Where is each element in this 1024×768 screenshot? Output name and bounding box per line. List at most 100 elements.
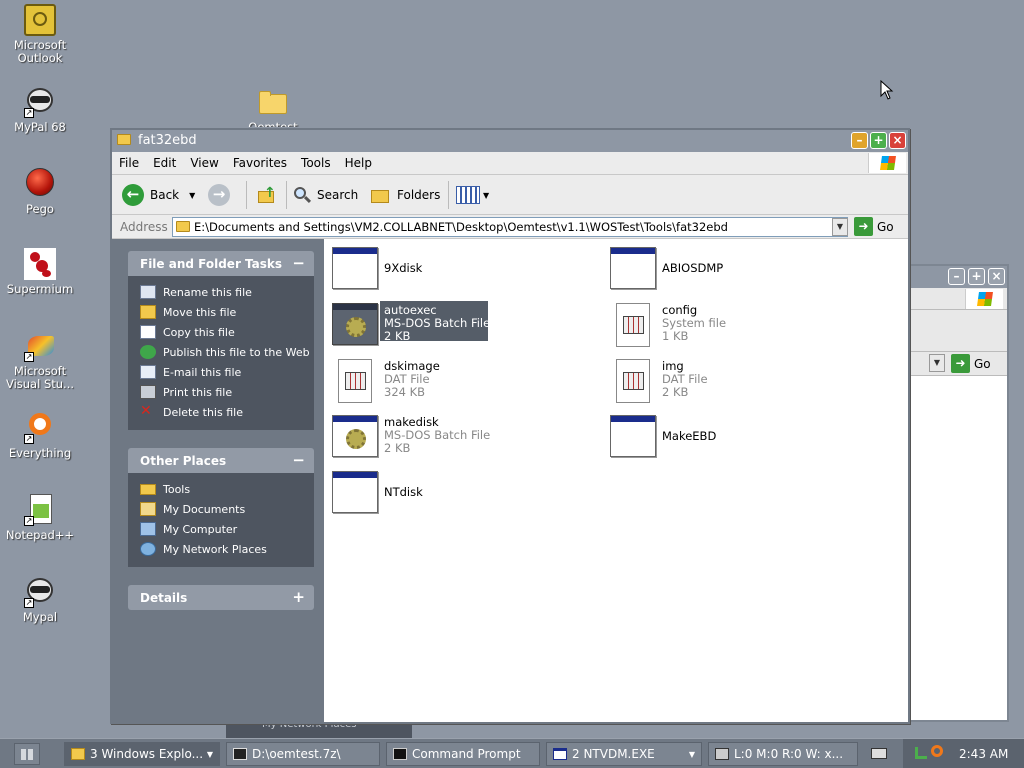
application-icon [332,247,380,291]
chevron-down-icon: ▼ [206,749,213,759]
background-explorer-window[interactable]: – + × ▼ ➜ Go [905,264,1009,722]
task-delete[interactable]: ✕ Delete this file [140,402,314,422]
folder-icon [140,483,156,495]
file-item[interactable]: dskimage DAT File 324 KB [328,357,588,407]
file-list: 9Xdisk ABIOSDMP autoexec MS-DOS Batch Fi… [324,239,908,722]
file-item[interactable]: autoexec MS-DOS Batch File 2 KB [328,301,588,351]
address-dropdown-button[interactable]: ▼ [832,218,848,236]
taskbar-item-explorer[interactable]: 3 Windows Explo... ▼ [64,742,220,766]
folders-button[interactable]: Folders [370,182,440,208]
details-header[interactable]: Details + [128,585,314,610]
window-titlebar[interactable]: fat32ebd – + × [112,130,908,152]
views-button[interactable]: ▼ [456,182,489,208]
network-tray-icon[interactable] [915,747,927,759]
details-group: Details + [128,585,314,610]
group-title: Details [140,591,188,605]
menu-view[interactable]: View [183,152,225,170]
taskbar-item-command-prompt[interactable]: Command Prompt [386,742,540,766]
go-label: Go [974,356,991,371]
menu-edit[interactable]: Edit [146,152,183,170]
menu-favorites[interactable]: Favorites [226,152,294,170]
other-places-group: Other Places − Tools My Documents My Com… [128,448,314,567]
maximize-button[interactable]: + [968,268,985,285]
desktop-icon-everything[interactable]: ↗ Everything [1,412,79,460]
background-window-titlebar[interactable]: – + × [907,266,1007,288]
group-title: File and Folder Tasks [140,257,283,271]
desktop-icon-supermium[interactable]: Supermium [1,248,79,296]
close-button[interactable]: × [988,268,1005,285]
printer-icon [140,385,156,399]
folders-label: Folders [397,188,441,202]
collapse-icon[interactable]: − [292,254,305,272]
file-item[interactable]: img DAT File 2 KB [606,357,866,407]
address-bar: Address E:\Documents and Settings\VM2.CO… [112,215,908,239]
notepad-plus-icon: ↗ [24,494,56,526]
start-button[interactable] [14,743,40,765]
desktop-icon-oemtest[interactable]: Oemtest [234,86,312,127]
system-tray: 2:43 AM [903,739,1024,768]
desktop-icon-mypal[interactable]: ↗ Mypal [1,576,79,624]
my-documents-icon [140,502,156,516]
file-item[interactable]: 9Xdisk [328,245,588,295]
task-email[interactable]: E-mail this file [140,362,314,382]
desktop-icon-outlook[interactable]: Microsoft Outlook [1,4,79,65]
expand-icon[interactable]: + [292,588,305,606]
menu-tools[interactable]: Tools [294,152,338,170]
keyboard-icon[interactable] [871,748,887,759]
taskbar-item-7zip[interactable]: D:\oemtest.7z\ [226,742,380,766]
file-folder-tasks-group: File and Folder Tasks − Rename this file… [128,251,314,430]
desktop-icon-label: Supermium [6,282,74,296]
file-item[interactable]: config System file 1 KB [606,301,866,351]
clock[interactable]: 2:43 AM [959,747,1008,761]
file-item[interactable]: NTdisk [328,469,588,519]
minimize-button[interactable]: – [851,132,868,149]
task-publish[interactable]: Publish this file to the Web [140,342,314,362]
file-item[interactable]: ABIOSDMP [606,245,866,295]
search-tray-icon[interactable] [931,745,943,757]
search-button[interactable]: Search [292,182,358,208]
up-folder-button[interactable]: ↑ [256,182,278,208]
close-button[interactable]: × [889,132,906,149]
back-button[interactable]: ← Back ▼ [122,182,195,208]
file-item[interactable]: makedisk MS-DOS Batch File 2 KB [328,413,588,463]
desktop-icon-mypal68[interactable]: ↗ MyPal 68 [1,86,79,134]
folder-icon [117,134,131,145]
maximize-button[interactable]: + [870,132,887,149]
desktop-icon-pego[interactable]: Pego [1,168,79,216]
place-my-documents[interactable]: My Documents [140,499,314,519]
task-print[interactable]: Print this file [140,382,314,402]
window-title: fat32ebd [138,133,197,148]
task-copy[interactable]: Copy this file [140,322,314,342]
place-my-network[interactable]: My Network Places [140,539,314,559]
task-rename[interactable]: Rename this file [140,282,314,302]
address-field[interactable]: E:\Documents and Settings\VM2.COLLABNET\… [172,217,848,237]
place-my-computer[interactable]: My Computer [140,519,314,539]
batch-file-icon [332,303,380,347]
desktop-icon-label: Microsoft Outlook [13,38,67,65]
go-button[interactable]: ➜ Go [854,217,894,236]
menu-help[interactable]: Help [338,152,379,170]
explorer-window[interactable]: fat32ebd – + × File Edit View Favorites Tool… [110,128,910,724]
menu-file[interactable]: File [112,152,146,170]
desktop-icon-visual-studio[interactable]: ↗ Microsoft Visual Stu... [1,330,79,391]
views-icon [456,186,480,204]
taskbar-item-monitor[interactable]: L:0 M:0 R:0 W: x... [708,742,858,766]
desktop-icon-notepad-plus[interactable]: ↗ Notepad++ [1,494,79,542]
file-folder-tasks-header[interactable]: File and Folder Tasks − [128,251,314,276]
forward-button[interactable]: → [208,182,230,208]
desktop-icon-label: Microsoft Visual Stu... [5,364,75,391]
folders-icon [370,186,392,204]
file-item[interactable]: MakeEBD [606,413,866,463]
cmd-icon [393,748,407,760]
minimize-button[interactable]: – [948,268,965,285]
place-tools[interactable]: Tools [140,479,314,499]
batch-file-icon [332,415,380,459]
other-places-header[interactable]: Other Places − [128,448,314,473]
collapse-icon[interactable]: − [292,451,305,469]
go-button[interactable]: ➜ Go [951,354,991,373]
forward-arrow-icon: → [208,184,230,206]
mouse-cursor-icon [880,80,894,100]
taskbar-item-ntvdm[interactable]: 2 NTVDM.EXE ▼ [546,742,702,766]
task-move[interactable]: Move this file [140,302,314,322]
address-dropdown-button[interactable]: ▼ [929,354,945,372]
